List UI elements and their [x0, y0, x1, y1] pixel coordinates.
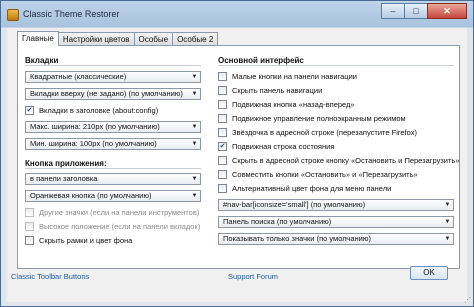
app-icon — [7, 9, 19, 21]
hide-nav-bar-checkbox[interactable]: Скрыть панель навигации — [218, 85, 322, 96]
support-forum-link[interactable]: Support Forum — [228, 272, 278, 281]
movable-fullscreen-label: Подвижное управление полноэкранным режим… — [232, 114, 406, 123]
checkbox-checked-icon: ✔ — [218, 142, 227, 151]
checkbox-icon — [25, 208, 34, 217]
searchbar-value: Панель поиска (по умолчанию) — [223, 217, 332, 226]
minimize-button[interactable]: ‒ — [381, 3, 405, 19]
chevron-down-icon: ▼ — [191, 176, 198, 182]
icons-mode-select[interactable]: Показывать только значки (по умолчанию) … — [218, 233, 454, 245]
checkbox-icon — [218, 86, 227, 95]
small-nav-buttons-checkbox[interactable]: Малые кнопки на панели навигации — [218, 71, 357, 82]
chevron-down-icon: ▼ — [191, 124, 198, 130]
resize-grip-icon[interactable]: ⋰ — [464, 297, 472, 305]
tab-color-settings[interactable]: Настройки цветов — [57, 32, 135, 45]
tab-shape-value: Квадратные (классические) — [30, 72, 127, 81]
app-button-location-value: в панели заголовка — [30, 174, 98, 183]
divider — [218, 65, 454, 66]
classic-toolbar-buttons-link[interactable]: Classic Toolbar Buttons — [11, 272, 89, 281]
checkbox-icon — [218, 156, 227, 165]
tab-special[interactable]: Особые — [133, 32, 174, 45]
main-ui-section-title: Основной интерфейс — [218, 56, 304, 65]
chevron-down-icon: ▼ — [191, 193, 198, 199]
alt-menu-bg-checkbox[interactable]: Альтернативный цвет фона для меню панели — [218, 183, 391, 194]
checkbox-icon — [218, 100, 227, 109]
tab-max-width-select[interactable]: Макс. ширина: 210px (по умолчанию) ▼ — [25, 121, 201, 133]
hide-border-label: Скрыть рамки и цвет фона — [39, 236, 133, 245]
small-nav-buttons-label: Малые кнопки на панели навигации — [232, 72, 357, 81]
window-title: Classic Theme Restorer — [23, 9, 120, 19]
tab-shape-select[interactable]: Квадратные (классические) ▼ — [25, 71, 201, 83]
movable-back-forward-label: Подвижная кнопка «назад-вперед» — [232, 100, 355, 109]
tab-position-value: Вкладки вверху (не задано) (по умолчанию… — [30, 89, 183, 98]
high-position-checkbox[interactable]: Высокое положение (если на панели вкладо… — [25, 221, 200, 232]
navbar-iconsize-value: #nav-bar[iconsize='small'] (по умолчанию… — [223, 200, 366, 209]
tab-min-width-select[interactable]: Мин. ширина: 100px (по умолчанию) ▼ — [25, 138, 201, 150]
tab-panel: Вкладки Квадратные (классические) ▼ Вкла… — [17, 45, 460, 269]
title-bar[interactable]: Classic Theme Restorer ‒ □ ✕ — [1, 1, 473, 28]
hide-stop-reload-label: Скрыть в адресной строке кнопку «Останов… — [232, 156, 460, 165]
chevron-down-icon: ▼ — [444, 202, 451, 208]
searchbar-select[interactable]: Панель поиска (по умолчанию) ▼ — [218, 216, 454, 228]
divider — [25, 65, 201, 66]
movable-status-bar-label: Подвижная строка состояния — [232, 142, 335, 151]
dialog-client: Главные Настройки цветов Особые Особые 2… — [7, 28, 467, 302]
app-button-location-select[interactable]: в панели заголовка ▼ — [25, 173, 201, 185]
high-position-label: Высокое положение (если на панели вкладо… — [39, 222, 201, 231]
combine-stop-reload-label: Совместить кнопки «Остановить» и «Переза… — [232, 170, 418, 179]
alt-menu-bg-label: Альтернативный цвет фона для меню панели — [232, 184, 392, 193]
checkbox-icon — [218, 128, 227, 137]
tab-min-width-value: Мин. ширина: 100px (по умолчанию) — [30, 139, 157, 148]
app-button-style-value: Оранжевая кнопка (по умолчанию) — [30, 191, 152, 200]
checkbox-icon — [218, 184, 227, 193]
star-in-urlbar-label: Звёздочка в адресной строке (перезапусти… — [232, 128, 418, 137]
checkbox-icon — [218, 72, 227, 81]
tabs-in-titlebar-checkbox[interactable]: ✔ Вкладки в заголовке (about:config) — [25, 105, 158, 116]
movable-fullscreen-checkbox[interactable]: Подвижное управление полноэкранным режим… — [218, 113, 406, 124]
movable-status-bar-checkbox[interactable]: ✔ Подвижная строка состояния — [218, 141, 334, 152]
combine-stop-reload-checkbox[interactable]: Совместить кнопки «Остановить» и «Переза… — [218, 169, 418, 180]
chevron-down-icon: ▼ — [191, 141, 198, 147]
checkbox-icon — [25, 222, 34, 231]
app-window: Classic Theme Restorer ‒ □ ✕ Главные Нас… — [0, 0, 474, 307]
tabs-section-title: Вкладки — [25, 56, 59, 65]
checkbox-checked-icon: ✔ — [25, 106, 34, 115]
hide-border-checkbox[interactable]: Скрыть рамки и цвет фона — [25, 235, 132, 246]
chevron-down-icon: ▼ — [444, 219, 451, 225]
other-icons-checkbox[interactable]: Другие значки (если на панели инструмент… — [25, 207, 199, 218]
ok-button[interactable]: OK — [410, 266, 448, 280]
app-button-section-title: Кнопка приложения: — [25, 159, 107, 168]
navbar-iconsize-select[interactable]: #nav-bar[iconsize='small'] (по умолчанию… — [218, 199, 454, 211]
app-button-style-select[interactable]: Оранжевая кнопка (по умолчанию) ▼ — [25, 190, 201, 202]
tab-max-width-value: Макс. ширина: 210px (по умолчанию) — [30, 122, 160, 131]
checkbox-icon — [218, 170, 227, 179]
chevron-down-icon: ▼ — [191, 74, 198, 80]
maximize-button[interactable]: □ — [404, 3, 428, 19]
hide-stop-reload-checkbox[interactable]: Скрыть в адресной строке кнопку «Останов… — [218, 155, 460, 166]
tab-position-select[interactable]: Вкладки вверху (не задано) (по умолчанию… — [25, 88, 201, 100]
checkbox-icon — [25, 236, 34, 245]
chevron-down-icon: ▼ — [444, 236, 451, 242]
tab-special-2[interactable]: Особые 2 — [172, 32, 219, 45]
divider — [25, 168, 201, 169]
tabs-in-titlebar-label: Вкладки в заголовке (about:config) — [39, 106, 159, 115]
movable-back-forward-checkbox[interactable]: Подвижная кнопка «назад-вперед» — [218, 99, 355, 110]
icons-mode-value: Показывать только значки (по умолчанию) — [223, 234, 371, 243]
close-button[interactable]: ✕ — [427, 3, 467, 19]
tab-main[interactable]: Главные — [17, 31, 59, 46]
tab-strip: Главные Настройки цветов Особые Особые 2 — [17, 31, 219, 46]
chevron-down-icon: ▼ — [191, 91, 198, 97]
window-controls: ‒ □ ✕ — [381, 3, 467, 19]
other-icons-label: Другие значки (если на панели инструмент… — [39, 208, 200, 217]
hide-nav-bar-label: Скрыть панель навигации — [232, 86, 323, 95]
star-in-urlbar-checkbox[interactable]: Звёздочка в адресной строке (перезапусти… — [218, 127, 417, 138]
checkbox-icon — [218, 114, 227, 123]
